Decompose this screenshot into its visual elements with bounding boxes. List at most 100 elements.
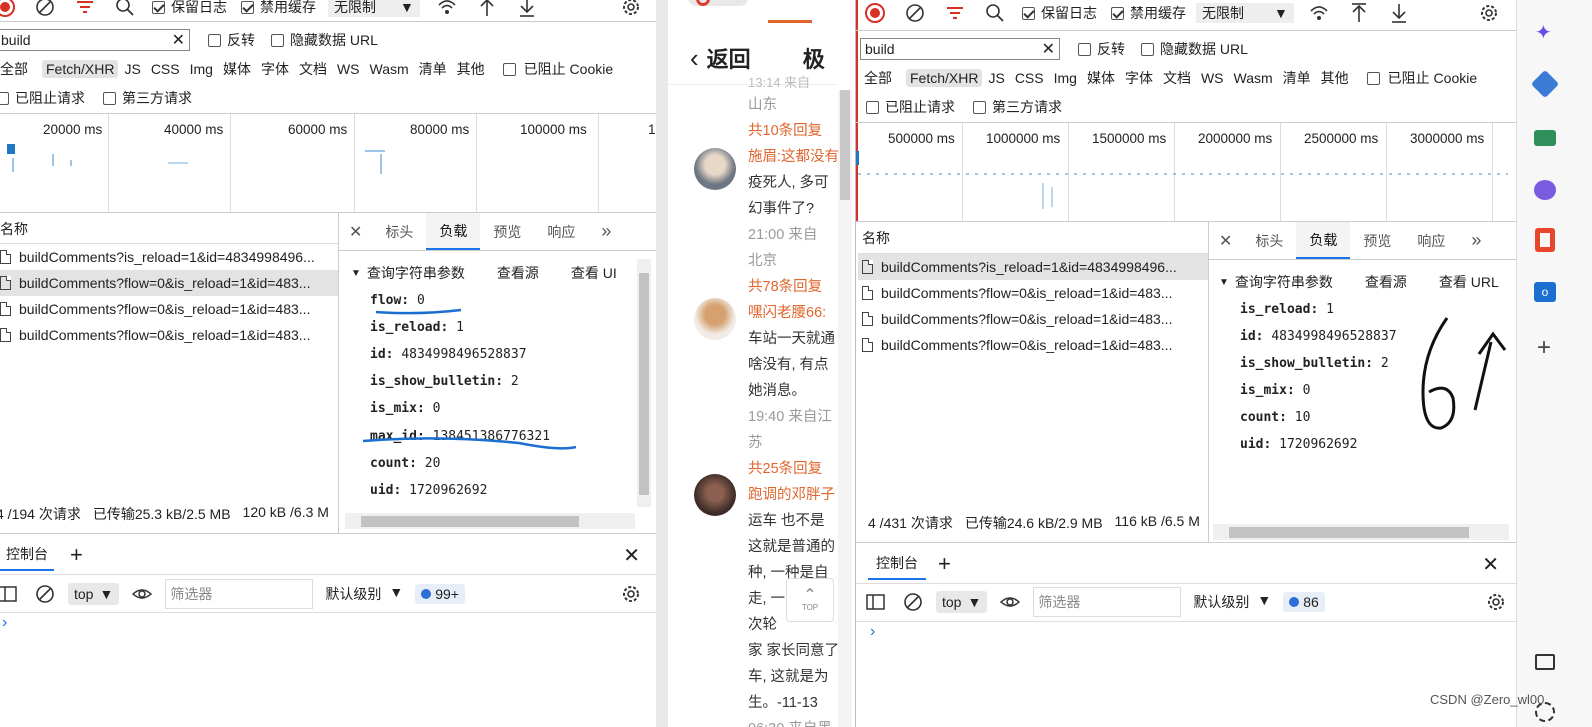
invert-checkbox[interactable]: [208, 33, 221, 47]
name-column-header[interactable]: 名称: [0, 214, 338, 244]
avatar[interactable]: [694, 148, 736, 190]
search-icon[interactable]: [984, 2, 1006, 24]
request-row-selected[interactable]: buildComments?flow=0&is_reload=1&id=483.…: [0, 270, 338, 296]
outlook-icon[interactable]: o: [1534, 282, 1556, 302]
blocked-requests-checkbox[interactable]: [866, 100, 879, 114]
search-icon[interactable]: [114, 0, 136, 18]
type-fetch-xhr[interactable]: Fetch/XHR: [906, 69, 983, 87]
settings-gear-icon[interactable]: [1478, 2, 1500, 24]
console-settings-icon[interactable]: [620, 583, 642, 605]
vertical-scrollbar[interactable]: [838, 90, 852, 727]
eye-icon[interactable]: [999, 593, 1021, 611]
console-filter-input[interactable]: 筛选器: [165, 579, 314, 609]
download-icon[interactable]: [516, 0, 538, 18]
type-doc[interactable]: 文档: [1159, 67, 1195, 89]
type-js[interactable]: JS: [984, 69, 1008, 87]
type-ws[interactable]: WS: [333, 60, 364, 78]
type-css[interactable]: CSS: [147, 60, 184, 78]
close-icon[interactable]: ✕: [172, 30, 185, 50]
context-select[interactable]: top ▼: [68, 583, 120, 605]
wifi-settings-icon[interactable]: [1308, 2, 1330, 24]
request-row[interactable]: buildComments?flow=0&is_reload=1&id=483.…: [858, 306, 1208, 332]
filter-icon[interactable]: [944, 2, 966, 24]
disable-cache-checkbox[interactable]: [1111, 6, 1124, 20]
comment-line[interactable]: 共25条回复: [748, 456, 840, 482]
log-level-select[interactable]: 默认级别 ▼: [325, 584, 403, 604]
back-button[interactable]: 返回: [707, 42, 751, 74]
settings-gear-icon[interactable]: [620, 0, 642, 18]
type-font[interactable]: 字体: [257, 58, 293, 80]
console-tab[interactable]: 控制台: [0, 539, 54, 571]
type-media[interactable]: 媒体: [1083, 67, 1119, 89]
vertical-scrollbar[interactable]: [637, 259, 651, 507]
copilot-icon[interactable]: ✦: [1535, 20, 1552, 45]
disable-cache-checkbox[interactable]: [241, 0, 254, 14]
type-all[interactable]: 全部: [860, 67, 896, 89]
type-doc[interactable]: 文档: [295, 58, 331, 80]
type-media[interactable]: 媒体: [219, 58, 255, 80]
add-tab-icon[interactable]: +: [938, 551, 951, 577]
type-all[interactable]: 全部: [0, 58, 32, 80]
eye-icon[interactable]: [131, 585, 153, 603]
comment-line[interactable]: 共78条回复: [748, 274, 840, 300]
avatar[interactable]: [694, 474, 736, 516]
avatar[interactable]: [694, 298, 736, 340]
name-column-header[interactable]: 名称: [858, 222, 1208, 254]
request-row[interactable]: buildComments?is_reload=1&id=4834998496.…: [0, 244, 338, 270]
upload-icon[interactable]: [1348, 2, 1370, 24]
type-ws[interactable]: WS: [1197, 69, 1228, 87]
filter-icon[interactable]: [74, 0, 96, 18]
filter-input[interactable]: build ✕: [860, 38, 1060, 60]
wifi-settings-icon[interactable]: [436, 0, 458, 18]
sidebar-toggle-icon[interactable]: [0, 585, 18, 603]
blocked-cookies-checkbox[interactable]: [502, 62, 516, 76]
horizontal-scrollbar[interactable]: [345, 513, 635, 529]
log-level-select[interactable]: 默认级别 ▼: [1193, 592, 1271, 612]
close-icon[interactable]: ✕: [1042, 39, 1055, 59]
clear-console-icon[interactable]: [902, 591, 924, 613]
clear-console-icon[interactable]: [34, 583, 56, 605]
filter-input[interactable]: build ✕: [0, 29, 190, 51]
request-row[interactable]: buildComments?flow=0&is_reload=1&id=483.…: [0, 296, 338, 322]
chevron-left-icon[interactable]: ‹: [690, 43, 699, 74]
request-row[interactable]: buildComments?flow=0&is_reload=1&id=483.…: [858, 332, 1208, 358]
type-img[interactable]: Img: [186, 60, 217, 78]
clear-icon[interactable]: [34, 0, 56, 18]
invert-checkbox[interactable]: [1078, 42, 1091, 56]
type-img[interactable]: Img: [1050, 69, 1081, 87]
third-party-checkbox[interactable]: [103, 91, 116, 105]
console-settings-icon[interactable]: [1485, 591, 1507, 613]
request-row-selected[interactable]: buildComments?is_reload=1&id=4834998496.…: [858, 254, 1208, 280]
add-tab-icon[interactable]: +: [70, 542, 83, 568]
type-other[interactable]: 其他: [453, 58, 489, 80]
preserve-log-checkbox[interactable]: [1022, 6, 1035, 20]
office-icon[interactable]: [1535, 228, 1555, 252]
close-drawer-icon[interactable]: ✕: [1482, 552, 1499, 577]
type-manifest[interactable]: 清单: [415, 58, 451, 80]
record-icon[interactable]: [864, 2, 886, 24]
tag-icon[interactable]: [1530, 69, 1560, 99]
close-drawer-icon[interactable]: ✕: [623, 543, 640, 568]
console-prompt-icon[interactable]: ›: [2, 614, 7, 632]
type-wasm[interactable]: Wasm: [1230, 69, 1277, 87]
exit-sidebar-icon[interactable]: [1535, 654, 1555, 670]
record-icon[interactable]: [0, 0, 16, 18]
sidebar-toggle-icon[interactable]: [866, 593, 886, 611]
blocked-requests-checkbox[interactable]: [0, 91, 9, 105]
type-font[interactable]: 字体: [1121, 67, 1157, 89]
type-css[interactable]: CSS: [1011, 69, 1048, 87]
request-row[interactable]: buildComments?flow=0&is_reload=1&id=483.…: [0, 322, 338, 348]
horizontal-scrollbar[interactable]: [1213, 524, 1509, 540]
hide-data-url-checkbox[interactable]: [271, 33, 284, 47]
back-to-top-button[interactable]: ⌃ TOP: [786, 578, 834, 622]
hide-data-url-checkbox[interactable]: [1141, 42, 1154, 56]
context-select[interactable]: top ▼: [936, 591, 988, 613]
add-icon[interactable]: +: [1537, 334, 1551, 362]
upload-icon[interactable]: [476, 0, 498, 18]
type-wasm[interactable]: Wasm: [366, 60, 413, 78]
issues-badge[interactable]: 99+: [415, 584, 465, 604]
type-manifest[interactable]: 清单: [1279, 67, 1315, 89]
issues-badge[interactable]: 86: [1283, 592, 1325, 612]
console-prompt-icon[interactable]: ›: [870, 623, 875, 641]
third-party-checkbox[interactable]: [973, 100, 986, 114]
